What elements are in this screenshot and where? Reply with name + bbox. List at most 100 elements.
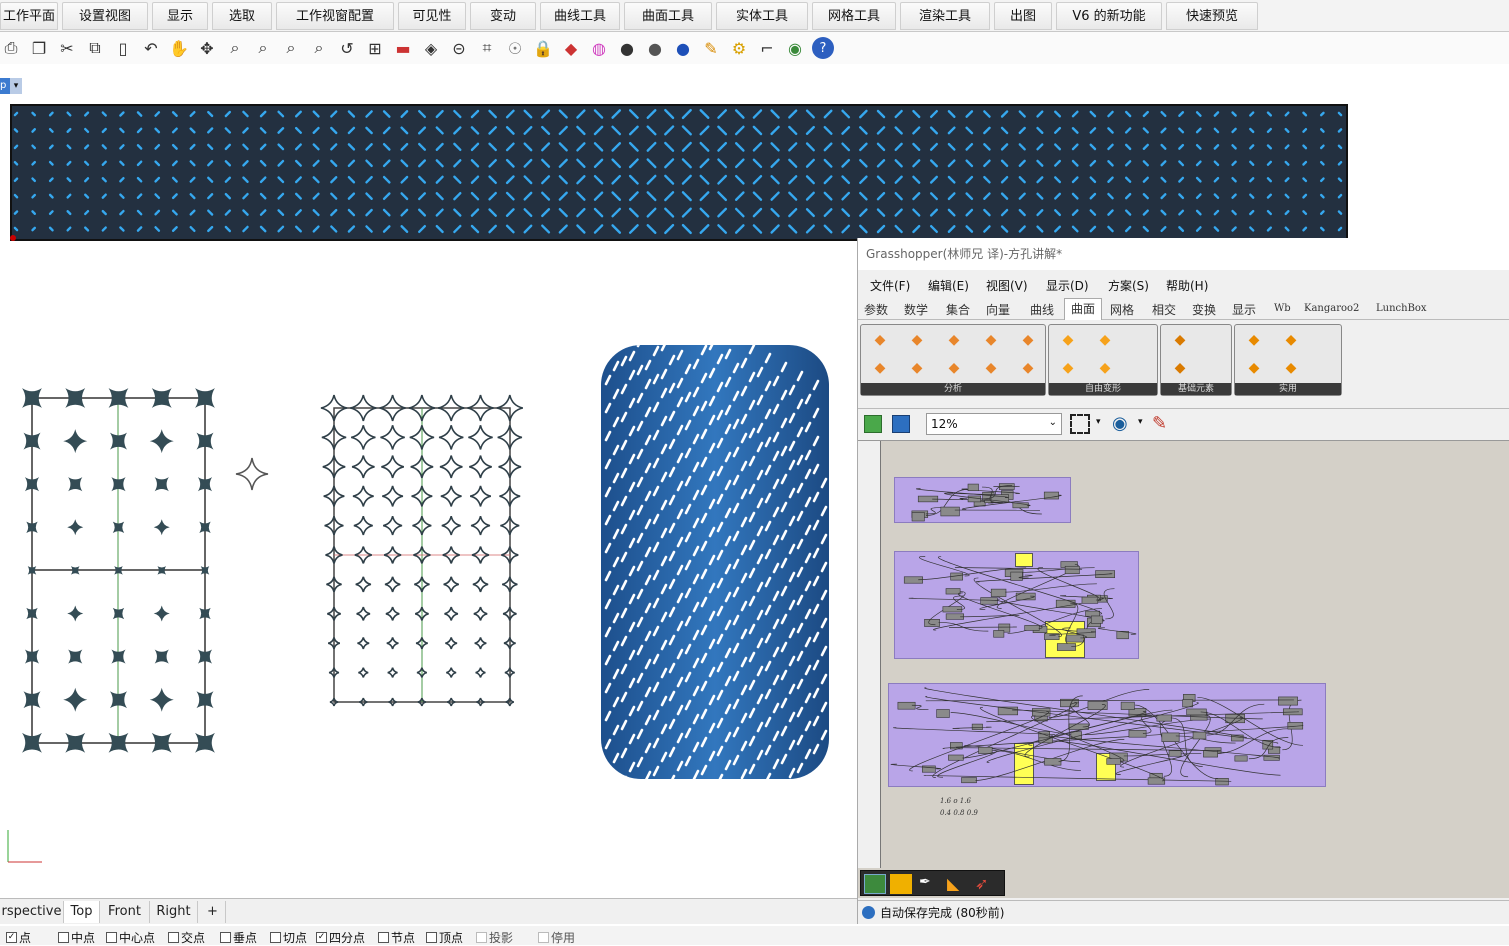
sketch-pen-icon[interactable]: ✎ xyxy=(1152,413,1167,434)
component-icon[interactable]: ◆ xyxy=(1057,357,1079,379)
menu-item[interactable]: 文件(F) xyxy=(870,277,910,294)
undo-view-icon[interactable]: ↺ xyxy=(336,37,358,59)
ribbon-tab[interactable]: 网格工具 xyxy=(812,2,896,30)
component-tab[interactable]: 参数 xyxy=(864,301,888,318)
ribbon-tab[interactable]: V6 的新功能 xyxy=(1056,2,1162,30)
checkbox[interactable] xyxy=(476,932,487,943)
checkbox[interactable] xyxy=(426,932,437,943)
save-icon[interactable] xyxy=(892,415,910,433)
component-tab[interactable]: LunchBox xyxy=(1376,303,1427,314)
zoom-selected-icon[interactable]: ⌕ xyxy=(308,37,330,59)
component-icon[interactable]: ◆ xyxy=(980,357,1002,379)
osnap-option[interactable]: 切点 xyxy=(270,929,307,946)
viewport-tab[interactable]: rspective xyxy=(0,901,64,923)
zoom-window-icon[interactable]: ⌕ xyxy=(252,37,274,59)
open-file-icon[interactable] xyxy=(864,415,882,433)
viewport-tab[interactable]: Top xyxy=(64,901,100,923)
ribbon-tab[interactable]: 工作视窗配置 xyxy=(276,2,394,30)
viewport-tab[interactable]: Front xyxy=(100,901,150,923)
component-icon[interactable]: ◆ xyxy=(1094,357,1116,379)
component-icon[interactable]: ◆ xyxy=(1169,329,1191,351)
checkbox[interactable] xyxy=(106,932,117,943)
ribbon-tab[interactable]: 曲面工具 xyxy=(624,2,712,30)
color-wheel-icon[interactable]: ◍ xyxy=(588,37,610,59)
component-icon[interactable]: ◆ xyxy=(1094,329,1116,351)
gear-icon[interactable]: ⚙ xyxy=(728,37,750,59)
ribbon-tab[interactable]: 选取 xyxy=(212,2,272,30)
component-icon[interactable]: ◆ xyxy=(906,329,928,351)
osnap-option[interactable]: 交点 xyxy=(168,929,205,946)
component-icon[interactable]: ◆ xyxy=(1169,357,1191,379)
ribbon-tab[interactable]: 曲线工具 xyxy=(540,2,620,30)
osnap-option[interactable]: 投影 xyxy=(476,929,513,946)
component-icon[interactable]: ◆ xyxy=(1280,357,1302,379)
checkbox[interactable] xyxy=(538,932,549,943)
component-icon[interactable]: ◆ xyxy=(1057,329,1079,351)
component-icon[interactable]: ◆ xyxy=(869,329,891,351)
analyze-icon[interactable]: ⌗ xyxy=(476,37,498,59)
component-icon[interactable]: ◆ xyxy=(980,329,1002,351)
ribbon-tab[interactable]: 可见性 xyxy=(398,2,466,30)
component-tab[interactable]: 曲线 xyxy=(1030,301,1054,318)
grid-icon[interactable]: ⊝ xyxy=(448,37,470,59)
component-tab[interactable]: 显示 xyxy=(1232,301,1256,318)
car2-icon[interactable]: ◈ xyxy=(420,37,442,59)
component-tab[interactable]: 集合 xyxy=(946,301,970,318)
menu-item[interactable]: 显示(D) xyxy=(1046,277,1089,294)
component-icon[interactable]: ◆ xyxy=(869,357,891,379)
checkbox[interactable] xyxy=(168,932,179,943)
checkbox[interactable]: ✓ xyxy=(6,932,17,943)
osnap-option[interactable]: 顶点 xyxy=(426,929,463,946)
component-tab[interactable]: 网格 xyxy=(1110,301,1134,318)
osnap-option[interactable]: 中点 xyxy=(58,929,95,946)
pen-icon[interactable]: ✎ xyxy=(700,37,722,59)
ribbon-tab[interactable]: 变动 xyxy=(470,2,536,30)
zoom-icon[interactable]: ⌕ xyxy=(224,37,246,59)
viewport-title[interactable]: p ▾ xyxy=(0,76,22,96)
zoom-select[interactable]: 12% ⌄ xyxy=(926,413,1062,435)
ribbon-tab[interactable]: 出图 xyxy=(994,2,1052,30)
osnap-option[interactable]: 停用 xyxy=(538,929,575,946)
light-icon[interactable]: ☉ xyxy=(504,37,526,59)
dropdown-arrow-icon[interactable]: ▾ xyxy=(1138,417,1143,427)
component-icon[interactable]: ◆ xyxy=(1243,329,1265,351)
undo-icon[interactable]: ↶ xyxy=(140,37,162,59)
rotate-icon[interactable]: ✥ xyxy=(196,37,218,59)
car-icon[interactable]: ▬ xyxy=(392,37,414,59)
paste-icon[interactable]: ▯ xyxy=(112,37,134,59)
dropdown-arrow-icon[interactable]: ▾ xyxy=(10,78,22,94)
osnap-option[interactable]: 中心点 xyxy=(106,929,155,946)
component-tab[interactable]: 曲面 xyxy=(1064,298,1102,320)
block-icon[interactable]: ⌐ xyxy=(756,37,778,59)
ribbon-tab[interactable]: 工作平面 xyxy=(0,2,58,30)
component-tab[interactable]: 数学 xyxy=(904,301,928,318)
viewport-tab[interactable]: Right xyxy=(150,901,198,923)
dropdown-arrow-icon[interactable]: ▾ xyxy=(1096,417,1101,427)
bottom-bar-widget[interactable]: ✒ ◣ ➶ xyxy=(860,870,1005,896)
ribbon-tab[interactable]: 渲染工具 xyxy=(900,2,990,30)
ribbon-tab[interactable]: 实体工具 xyxy=(716,2,808,30)
globe-icon[interactable]: ● xyxy=(672,37,694,59)
checkbox[interactable] xyxy=(58,932,69,943)
checkbox[interactable] xyxy=(270,932,281,943)
eye-icon[interactable]: ◉ xyxy=(1112,413,1128,434)
component-tab[interactable]: Kangaroo2 xyxy=(1304,303,1359,314)
layer-icon[interactable]: ◆ xyxy=(560,37,582,59)
render-sphere-icon[interactable]: ● xyxy=(644,37,666,59)
component-icon[interactable]: ◆ xyxy=(1243,357,1265,379)
ribbon-tab[interactable]: 快速预览 xyxy=(1166,2,1258,30)
component-icon[interactable]: ◆ xyxy=(1280,329,1302,351)
zoom-extents-icon[interactable]: ⌕ xyxy=(280,37,302,59)
component-icon[interactable]: ◆ xyxy=(1017,357,1039,379)
component-icon[interactable]: ◆ xyxy=(1017,329,1039,351)
cut-icon[interactable]: ✂ xyxy=(56,37,78,59)
osnap-option[interactable]: 垂点 xyxy=(220,929,257,946)
bird-icon[interactable]: ➶ xyxy=(975,874,988,893)
preview-icon[interactable] xyxy=(864,874,886,894)
menu-item[interactable]: 方案(S) xyxy=(1108,277,1149,294)
print-icon[interactable]: ⎙ xyxy=(0,37,22,59)
osnap-option[interactable]: 节点 xyxy=(378,929,415,946)
ribbon-tab[interactable]: 显示 xyxy=(152,2,208,30)
menu-item[interactable]: 视图(V) xyxy=(986,277,1028,294)
component-icon[interactable]: ◆ xyxy=(906,357,928,379)
